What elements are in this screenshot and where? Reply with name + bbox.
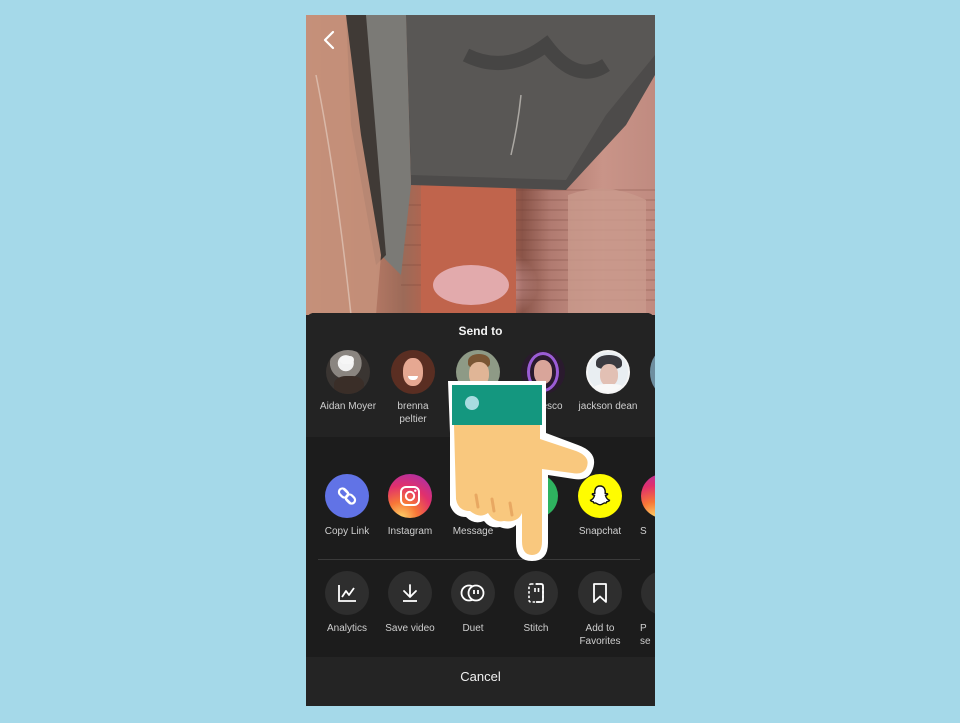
avatar: [456, 350, 500, 394]
link-icon: [325, 474, 369, 518]
contact-name: esco: [541, 401, 563, 412]
avatar: [586, 350, 630, 394]
share-instagram[interactable]: Instagram: [378, 474, 442, 538]
action-label: Add to Favorites: [579, 623, 621, 647]
action-label: Analytics: [326, 623, 367, 634]
contact-name: brenna peltier: [397, 401, 429, 425]
share-message[interactable]: Message: [441, 474, 505, 538]
action-add-to-favorites[interactable]: Add to Favorites: [568, 571, 632, 648]
action-save-video[interactable]: Save video: [378, 571, 442, 635]
action-label: Save video: [385, 623, 435, 634]
stitch-icon: [514, 571, 558, 615]
app-label: Copy Link: [324, 526, 370, 537]
instagram-stories-icon: [641, 474, 655, 518]
analytics-icon: [325, 571, 369, 615]
action-duet[interactable]: Duet: [441, 571, 505, 635]
contact-esco[interactable]: esco: [511, 350, 575, 413]
duet-icon: [451, 571, 495, 615]
message-icon: [451, 474, 495, 518]
bookmark-icon: [578, 571, 622, 615]
share-whatsapp[interactable]: [504, 474, 568, 525]
action-stitch[interactable]: Stitch: [504, 571, 568, 635]
app-label: Snapchat: [578, 526, 622, 537]
sheet-title: Send to: [458, 324, 503, 338]
action-label: Stitch: [523, 623, 549, 634]
contact-name: jackson dean: [578, 401, 638, 412]
cancel-button[interactable]: Cancel: [306, 669, 655, 684]
contact-brenna-peltier[interactable]: brenna peltier: [381, 350, 445, 426]
snapchat-icon: [578, 474, 622, 518]
share-snapchat[interactable]: Snapchat: [568, 474, 632, 538]
action-label: P se: [640, 623, 651, 647]
contact-aidan-moyer[interactable]: Aidan Moyer: [316, 350, 380, 413]
share-instagram-stories[interactable]: S: [631, 474, 655, 538]
back-button[interactable]: [318, 29, 340, 51]
share-copy-link[interactable]: Copy Link: [315, 474, 379, 538]
action-analytics[interactable]: Analytics: [315, 571, 379, 635]
contact-jackson-dean[interactable]: jackson dean: [576, 350, 640, 413]
app-label: Message: [452, 526, 494, 537]
app-label: Instagram: [387, 526, 433, 537]
contact-name: Aidan Moyer: [319, 401, 377, 412]
action-more[interactable]: P se: [631, 571, 655, 648]
avatar: [521, 350, 565, 394]
avatar: [326, 350, 370, 394]
instagram-icon: [388, 474, 432, 518]
more-icon: [641, 571, 655, 615]
phone-screen: Send to Aidan Moyer brenna peltier esco …: [306, 15, 655, 706]
video-scene-image: [306, 15, 655, 315]
download-icon: [388, 571, 432, 615]
chevron-left-icon: [323, 30, 335, 50]
whatsapp-icon: [514, 474, 558, 518]
contact-3[interactable]: [446, 350, 510, 400]
share-sheet: Send to Aidan Moyer brenna peltier esco …: [306, 313, 655, 706]
app-label: S: [640, 526, 647, 537]
avatar: [391, 350, 435, 394]
action-label: Duet: [462, 623, 484, 634]
section-divider: [318, 559, 640, 560]
